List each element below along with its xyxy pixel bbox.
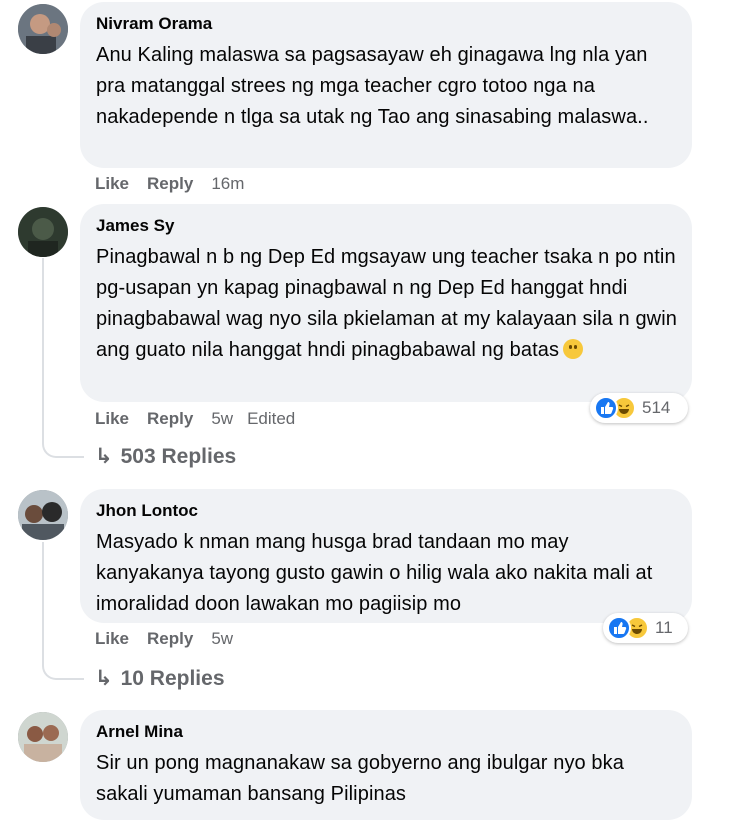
view-replies-link[interactable]: ↳ 503 Replies <box>95 444 236 470</box>
comment-author[interactable]: Nivram Orama <box>96 14 676 34</box>
reply-button[interactable]: Reply <box>147 409 193 428</box>
comment-bubble: Arnel Mina Sir un pong magnanakaw sa gob… <box>80 710 692 820</box>
like-button[interactable]: Like <box>95 409 129 428</box>
comment-timestamp[interactable]: 5w <box>211 409 233 428</box>
reaction-count: 11 <box>655 618 673 637</box>
comment-bubble: James Sy Pinagbawal n b ng Dep Ed mgsaya… <box>80 204 692 402</box>
comment-timestamp[interactable]: 5w <box>211 629 233 648</box>
thread-connector <box>42 542 84 680</box>
like-reaction-icon <box>607 616 631 640</box>
avatar[interactable] <box>18 4 68 54</box>
replies-count-label: 10 Replies <box>120 667 225 690</box>
thread-connector <box>42 258 84 458</box>
like-reaction-icon <box>594 396 618 420</box>
avatar[interactable] <box>18 490 68 540</box>
reaction-summary[interactable]: 514 <box>590 393 688 423</box>
reply-button[interactable]: Reply <box>147 174 193 193</box>
comment-author[interactable]: Jhon Lontoc <box>96 501 676 521</box>
reply-arrow-icon: ↳ <box>95 445 113 468</box>
avatar[interactable] <box>18 207 68 257</box>
comment-text: Anu Kaling malaswa sa pagsasayaw eh gina… <box>96 44 649 128</box>
like-button[interactable]: Like <box>95 629 129 648</box>
edited-label: Edited <box>247 409 296 428</box>
comment-text-body: Pinagbawal n b ng Dep Ed mgsayaw ung tea… <box>96 246 677 361</box>
comment-text: Sir un pong magnanakaw sa gobyerno ang i… <box>96 752 624 805</box>
comment-actions: Like Reply 5w Edited <box>95 408 309 430</box>
reaction-count: 514 <box>642 398 671 417</box>
avatar[interactable] <box>18 712 68 762</box>
comment-bubble: Jhon Lontoc Masyado k nman mang husga br… <box>80 489 692 623</box>
smile-emoji-icon <box>563 339 584 359</box>
comment-actions: Like Reply 5w <box>95 628 247 650</box>
view-replies-link[interactable]: ↳ 10 Replies <box>95 666 225 692</box>
comment-actions: Like Reply 16m <box>95 173 258 195</box>
comment-timestamp[interactable]: 16m <box>211 174 244 193</box>
comment-author[interactable]: Arnel Mina <box>96 722 676 742</box>
comment-author[interactable]: James Sy <box>96 216 676 236</box>
comment-text: Masyado k nman mang husga brad tandaan m… <box>96 531 653 615</box>
comment-text: Pinagbawal n b ng Dep Ed mgsayaw ung tea… <box>96 242 681 366</box>
reply-button[interactable]: Reply <box>147 629 193 648</box>
reaction-summary[interactable]: 11 <box>603 613 688 643</box>
comment-bubble: Nivram Orama Anu Kaling malaswa sa pagsa… <box>80 2 692 168</box>
replies-count-label: 503 Replies <box>120 445 237 468</box>
reply-arrow-icon: ↳ <box>95 667 113 690</box>
like-button[interactable]: Like <box>95 174 129 193</box>
